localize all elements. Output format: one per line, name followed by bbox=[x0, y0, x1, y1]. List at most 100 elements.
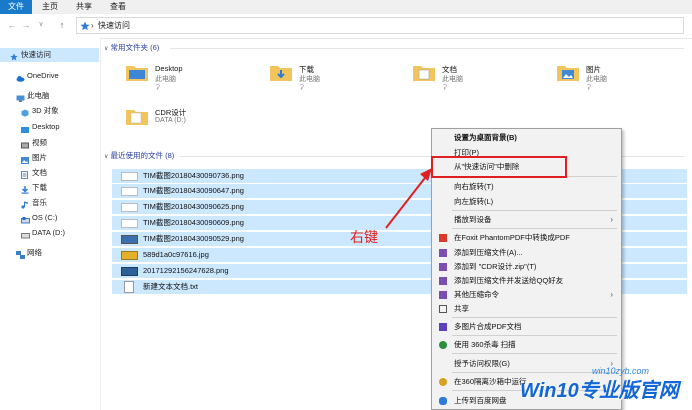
recent-locations-chevron-icon[interactable]: ∨ bbox=[35, 19, 47, 31]
file-name: TIM截图20180430090609.png bbox=[143, 218, 244, 227]
tab-home[interactable]: 主页 bbox=[36, 0, 64, 14]
file-name: TIM截图20180430090529.png bbox=[143, 234, 244, 243]
folder-location: DATA (D:) bbox=[155, 117, 186, 124]
document-icon bbox=[21, 170, 29, 179]
sidebar-item-documents[interactable]: 文档 bbox=[21, 166, 47, 180]
antivirus-icon bbox=[439, 341, 447, 349]
text-file-icon bbox=[124, 281, 134, 293]
sidebar-item-pictures[interactable]: 图片 bbox=[21, 151, 47, 165]
drive-icon bbox=[21, 215, 30, 224]
frequent-folders-header[interactable]: ∨ 常用文件夹 (6) bbox=[104, 42, 159, 54]
menu-item-add-to-zip[interactable]: 添加到 "CDR设计.zip"(T) bbox=[432, 259, 621, 274]
menu-item-cast-to-device[interactable]: 播放到设备 › bbox=[432, 212, 621, 227]
tab-view[interactable]: 查看 bbox=[104, 0, 132, 14]
folder-tile-pictures[interactable] bbox=[557, 63, 579, 83]
address-path: 快速访问 bbox=[98, 21, 130, 30]
star-icon bbox=[10, 52, 18, 60]
sidebar-item-network[interactable]: 网络 bbox=[16, 246, 42, 260]
share-icon bbox=[439, 305, 447, 313]
chevron-down-icon: ∨ bbox=[104, 154, 109, 160]
folder-icon bbox=[413, 66, 435, 81]
forward-arrow-icon[interactable]: → bbox=[20, 19, 32, 31]
menu-item-share[interactable]: 共享 bbox=[432, 301, 621, 316]
sidebar-item-data-d[interactable]: DATA (D:) bbox=[21, 226, 65, 240]
star-icon bbox=[80, 21, 90, 33]
menu-item-add-to-archive[interactable]: 添加到压缩文件(A)... bbox=[432, 245, 621, 260]
file-name: TIM截图20180430090647.png bbox=[143, 186, 244, 195]
folder-tile-documents[interactable] bbox=[413, 63, 435, 83]
pin-icon: ⚳ bbox=[299, 84, 305, 91]
image-thumbnail-icon bbox=[121, 251, 138, 260]
sandbox-icon bbox=[439, 378, 447, 386]
drive-icon bbox=[21, 230, 30, 239]
pin-icon: ⚳ bbox=[155, 84, 161, 91]
file-name: 589d1a0c97616.jpg bbox=[143, 250, 209, 259]
archive-icon bbox=[439, 291, 447, 299]
image-thumbnail-icon bbox=[121, 172, 138, 181]
file-name: TIM截图20180430090625.png bbox=[143, 202, 244, 211]
header-divider bbox=[170, 48, 684, 49]
sidebar-item-desktop[interactable]: Desktop bbox=[21, 120, 60, 134]
network-icon bbox=[16, 250, 25, 259]
address-separator-icon: › bbox=[91, 21, 94, 30]
chevron-down-icon: ∨ bbox=[104, 46, 109, 52]
folder-icon bbox=[21, 124, 29, 133]
cube-icon bbox=[21, 108, 29, 117]
menu-separator bbox=[452, 335, 617, 336]
pin-icon: ⚳ bbox=[442, 84, 448, 91]
sidebar-item-os-c[interactable]: OS (C:) bbox=[21, 211, 57, 225]
sidebar-item-this-pc[interactable]: 此电脑 bbox=[16, 89, 50, 103]
up-arrow-icon[interactable]: ↑ bbox=[56, 19, 68, 31]
tab-file[interactable]: 文件 bbox=[0, 0, 32, 14]
folder-icon bbox=[126, 66, 148, 81]
folder-tile-downloads[interactable] bbox=[270, 63, 292, 83]
video-icon bbox=[21, 140, 29, 149]
menu-separator bbox=[452, 317, 617, 318]
image-thumbnail-icon bbox=[121, 219, 138, 228]
archive-icon bbox=[439, 263, 447, 271]
tab-share[interactable]: 共享 bbox=[70, 0, 98, 14]
sidebar-item-onedrive[interactable]: OneDrive bbox=[16, 69, 59, 83]
music-icon bbox=[21, 200, 29, 209]
menu-separator bbox=[452, 210, 617, 211]
image-thumbnail-icon bbox=[121, 267, 138, 276]
annotation-label: 右键 bbox=[350, 230, 378, 246]
sidebar-item-music[interactable]: 音乐 bbox=[21, 196, 47, 210]
image-thumbnail-icon bbox=[121, 235, 138, 244]
menu-separator bbox=[452, 228, 617, 229]
sidebar-item-3d-objects[interactable]: 3D 对象 bbox=[21, 104, 59, 118]
menu-item-rotate-right[interactable]: 向右旋转(T) bbox=[432, 179, 621, 194]
menu-item-foxit-convert[interactable]: 在Foxit PhantomPDF中转换成PDF bbox=[432, 230, 621, 245]
cloud-upload-icon bbox=[439, 397, 447, 405]
menu-separator bbox=[452, 353, 617, 354]
menu-item-rotate-left[interactable]: 向左旋转(L) bbox=[432, 194, 621, 209]
address-bar[interactable] bbox=[76, 17, 684, 34]
annotation-highlight-box bbox=[431, 156, 567, 178]
file-name: TIM截图20180430090736.png bbox=[143, 171, 244, 180]
file-name: 20171292156247628.png bbox=[143, 266, 229, 275]
archive-icon bbox=[439, 249, 447, 257]
folder-tile-desktop[interactable] bbox=[126, 63, 148, 83]
recent-files-header[interactable]: ∨ 最近使用的文件 (8) bbox=[104, 150, 174, 162]
image-thumbnail-icon bbox=[121, 187, 138, 196]
pdf-icon bbox=[439, 234, 447, 242]
picture-icon bbox=[21, 155, 29, 164]
menu-item-360-scan[interactable]: 使用 360杀毒 扫描 bbox=[432, 337, 621, 352]
file-name: 新建文本文档.txt bbox=[143, 282, 199, 291]
menu-item-other-archive-commands[interactable]: 其他压缩命令 › bbox=[432, 287, 621, 302]
pin-icon: ⚳ bbox=[586, 84, 592, 91]
chevron-right-icon: › bbox=[610, 215, 613, 224]
sidebar-item-downloads[interactable]: 下载 bbox=[21, 181, 47, 195]
folder-tile-cdr-design[interactable] bbox=[126, 107, 148, 127]
folder-icon bbox=[557, 66, 579, 81]
sidebar-item-videos[interactable]: 视频 bbox=[21, 136, 47, 150]
watermark-logo: Win10专业版官网 bbox=[520, 380, 679, 402]
sidebar-item-quick-access[interactable]: 快速访问 bbox=[10, 48, 51, 62]
chevron-right-icon: › bbox=[610, 290, 613, 299]
download-icon bbox=[21, 185, 29, 194]
menu-item-archive-send-qq[interactable]: 添加到压缩文件并发送给QQ好友 bbox=[432, 273, 621, 288]
folder-icon bbox=[126, 110, 148, 125]
menu-item-set-wallpaper[interactable]: 设置为桌面背景(B) bbox=[432, 130, 621, 145]
back-arrow-icon[interactable]: ← bbox=[6, 19, 18, 31]
menu-item-merge-pdf[interactable]: 多图片合成PDF文档 bbox=[432, 319, 621, 334]
